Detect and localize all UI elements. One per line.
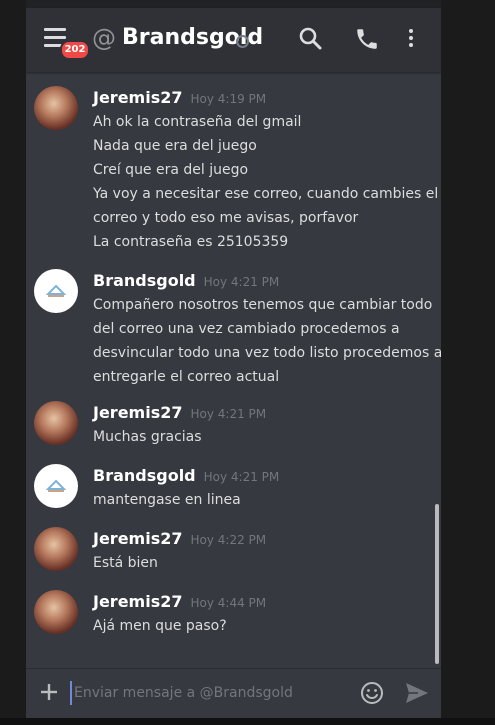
- message-author[interactable]: Jeremis27 Hoy 4:21 PM: [93, 403, 266, 422]
- message-text: desvincular todo una vez todo listo proc…: [93, 345, 441, 361]
- author-name[interactable]: Jeremis27: [93, 403, 183, 422]
- message-text: Está bien: [93, 555, 158, 571]
- chat-header: 202 @ Brandsgold: [26, 8, 441, 72]
- author-name[interactable]: Brandsgold: [93, 271, 196, 290]
- author-name[interactable]: Brandsgold: [93, 466, 196, 485]
- message-text: Ya voy a necesitar ese correo, cuando ca…: [93, 186, 439, 202]
- phone-icon[interactable]: [354, 26, 380, 52]
- message-author[interactable]: Jeremis27 Hoy 4:19 PM: [93, 88, 266, 107]
- avatar[interactable]: [34, 269, 78, 313]
- message-text: Nada que era del juego: [93, 138, 257, 154]
- message-timestamp: Hoy 4:21 PM: [203, 275, 280, 289]
- message-timestamp: Hoy 4:44 PM: [190, 596, 267, 610]
- send-icon[interactable]: [404, 681, 430, 705]
- message-author[interactable]: Jeremis27 Hoy 4:22 PM: [93, 529, 266, 548]
- message-timestamp: Hoy 4:21 PM: [203, 470, 280, 484]
- avatar[interactable]: [34, 527, 78, 571]
- message-composer: Enviar mensaje a @Brandsgold: [26, 668, 441, 718]
- message-text: La contraseña es 25105359: [93, 234, 289, 250]
- author-name[interactable]: Jeremis27: [93, 592, 183, 611]
- message-text: Creí que era del juego: [93, 162, 249, 178]
- message-timestamp: Hoy 4:21 PM: [190, 407, 267, 421]
- system-nav-bar: [0, 718, 495, 725]
- author-name[interactable]: Jeremis27: [93, 529, 183, 548]
- message-text: Muchas gracias: [93, 429, 202, 445]
- plus-icon[interactable]: [38, 681, 60, 703]
- status-bar: [26, 0, 441, 8]
- message-input[interactable]: Enviar mensaje a @Brandsgold: [70, 681, 344, 705]
- author-name[interactable]: Jeremis27: [93, 88, 183, 107]
- avatar[interactable]: [34, 464, 78, 508]
- brand-logo-icon: [46, 479, 66, 492]
- scrollbar[interactable]: [435, 504, 439, 664]
- search-icon[interactable]: [298, 26, 324, 52]
- at-icon: @: [92, 24, 116, 52]
- message-text: Ah ok la contraseña del gmail: [93, 114, 302, 130]
- message-list[interactable]: Jeremis27 Hoy 4:19 PM Ah ok la contraseña …: [26, 76, 441, 666]
- message-text: correo y todo eso me avisas, porfavor: [93, 210, 359, 226]
- message-timestamp: Hoy 4:19 PM: [190, 92, 267, 106]
- message-text: mantengase en linea: [93, 492, 241, 508]
- message-author[interactable]: Brandsgold Hoy 4:21 PM: [93, 466, 279, 485]
- emoji-icon[interactable]: [360, 681, 384, 705]
- chat-screen: 202 @ Brandsgold Jeremis27 Hoy 4:19 PM Ah …: [26, 0, 441, 718]
- message-text: Ajá men que paso?: [93, 618, 227, 634]
- offline-status-icon: [236, 35, 249, 48]
- message-timestamp: Hoy 4:22 PM: [190, 533, 267, 547]
- message-author[interactable]: Brandsgold Hoy 4:21 PM: [93, 271, 279, 290]
- message-text: Compañero nosotros tenemos que cambiar t…: [93, 297, 433, 313]
- message-text: del correo una vez cambiado procedemos a: [93, 321, 400, 337]
- more-vertical-icon[interactable]: [406, 26, 416, 52]
- avatar[interactable]: [34, 86, 78, 130]
- avatar[interactable]: [34, 401, 78, 445]
- brand-logo-icon: [46, 284, 66, 297]
- message-text: entregarle el correo actual: [93, 369, 280, 385]
- notification-badge: 202: [60, 40, 90, 60]
- message-author[interactable]: Jeremis27 Hoy 4:44 PM: [93, 592, 266, 611]
- avatar[interactable]: [34, 590, 78, 634]
